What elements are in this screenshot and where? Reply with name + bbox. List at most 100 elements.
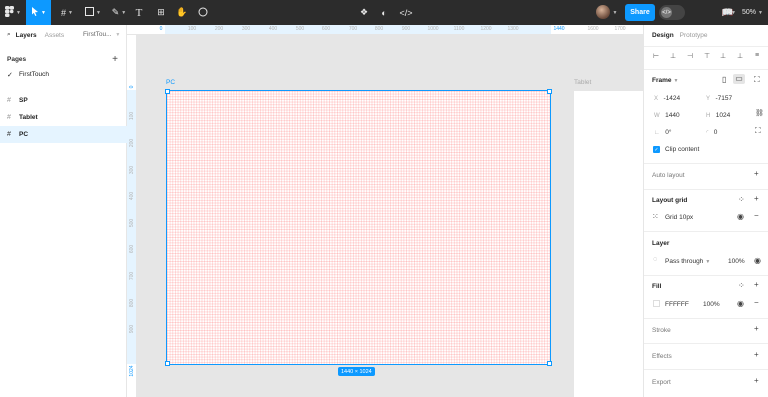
code-view-button[interactable]: </>	[398, 0, 414, 25]
fill-hex-field[interactable]: FFFFFF	[665, 301, 689, 308]
hand-icon: ✋	[176, 7, 188, 17]
design-canvas[interactable]: PC Tablet 1440 × 1024	[138, 36, 643, 397]
fill-opacity-field[interactable]: 100%	[703, 301, 720, 308]
ruler-tick: 1024	[129, 365, 135, 377]
tab-design[interactable]: Design	[652, 32, 674, 39]
stroke-title: Stroke	[652, 327, 671, 334]
align-center-vertical-icon[interactable]: ⊥	[720, 52, 728, 60]
dev-mode-toggle[interactable]: </>	[659, 5, 685, 20]
ruler-tick: 1200	[480, 26, 492, 32]
add-auto-layout-icon[interactable]: +	[754, 169, 759, 178]
distribute-icon[interactable]: ≡	[755, 52, 763, 60]
ruler-tick: 400	[268, 26, 278, 32]
page-item-firsttouch[interactable]: ✓ FirstTouch	[0, 66, 127, 83]
layers-search-icon[interactable]: ⌕	[7, 31, 11, 39]
tab-assets[interactable]: Assets	[45, 32, 65, 39]
ruler-tick: 600	[321, 26, 331, 32]
resize-handle-top-right[interactable]	[547, 89, 552, 94]
frame-tool-button[interactable]: # ▼	[56, 0, 78, 25]
height-field[interactable]: H 1024	[706, 112, 730, 119]
layer-item-label: PC	[19, 131, 29, 138]
tab-prototype[interactable]: Prototype	[680, 32, 708, 39]
add-grid-icon[interactable]: +	[754, 194, 759, 203]
landscape-icon[interactable]: ▭	[733, 74, 745, 84]
constrain-proportions-icon[interactable]: ⛓	[755, 109, 764, 117]
add-page-icon[interactable]: +	[112, 54, 118, 65]
add-stroke-icon[interactable]: +	[754, 324, 759, 333]
contrast-icon: ◐	[381, 7, 387, 18]
eye-icon[interactable]: ◉	[754, 256, 761, 265]
file-name-dropdown[interactable]: FirstTou... ▼	[83, 31, 120, 38]
grid-icon[interactable]: ⁙	[652, 212, 659, 221]
resize-handle-bottom-right[interactable]	[547, 361, 552, 366]
components-button[interactable]: ❖	[357, 0, 371, 25]
resize-handle-bottom-left[interactable]	[165, 361, 170, 366]
zoom-control[interactable]: 50% ▼	[742, 0, 763, 25]
frame-label-pc[interactable]: PC	[166, 79, 175, 86]
layer-item-pc[interactable]: # PC	[0, 126, 127, 143]
clip-content-checkbox[interactable]: ✓	[653, 146, 660, 153]
tab-layers[interactable]: Layers	[16, 32, 37, 39]
hand-tool-button[interactable]: ✋	[175, 0, 189, 25]
resources-button[interactable]: ⊞	[154, 0, 168, 25]
comment-tool-button[interactable]	[196, 0, 210, 25]
align-left-icon[interactable]: ⊢	[653, 52, 661, 60]
add-export-icon[interactable]: +	[754, 376, 759, 385]
remove-grid-icon[interactable]: −	[754, 211, 759, 220]
ruler-tick: 700	[129, 271, 135, 281]
main-menu-button[interactable]: ▼	[2, 0, 24, 25]
theme-toggle-button[interactable]: ◐	[377, 0, 391, 25]
align-right-icon[interactable]: ⊣	[687, 52, 695, 60]
ruler-tick: 300	[129, 165, 135, 175]
grid-styles-icon[interactable]: ⁘	[738, 195, 745, 204]
align-bottom-icon[interactable]: ⊥	[737, 52, 745, 60]
align-center-horizontal-icon[interactable]: ⊥	[670, 52, 678, 60]
add-fill-icon[interactable]: +	[754, 280, 759, 289]
chevron-down-icon: ▼	[673, 78, 679, 84]
layer-opacity-field[interactable]: 100%	[728, 258, 745, 265]
share-button[interactable]: Share	[625, 4, 655, 21]
fill-title: Fill	[652, 283, 662, 290]
blend-mode-dropdown[interactable]: Pass through ▼	[665, 258, 710, 265]
frame-pc[interactable]	[166, 90, 551, 365]
frame-section-title[interactable]: Frame ▼	[652, 77, 678, 84]
layer-item-label: Tablet	[19, 114, 38, 121]
layer-item-tablet[interactable]: # Tablet	[0, 109, 127, 126]
corner-radius-field[interactable]: ◜ 0	[706, 129, 717, 136]
x-field[interactable]: X -1424	[654, 95, 680, 102]
avatar-menu[interactable]: ▼	[610, 0, 618, 25]
frame-label-tablet[interactable]: Tablet	[574, 79, 591, 86]
resize-to-fit-icon[interactable]: ⛶	[754, 75, 760, 85]
align-top-icon[interactable]: ⊤	[704, 52, 712, 60]
ruler-tick: 1000	[427, 26, 439, 32]
blend-mode-value: Pass through	[665, 258, 704, 265]
shape-tool-button[interactable]: ▼	[82, 0, 104, 25]
frame-tablet[interactable]	[574, 91, 643, 397]
y-label: Y	[706, 96, 711, 102]
ruler-tick: 200	[214, 26, 224, 32]
avatar[interactable]	[596, 5, 610, 19]
code-icon: </>	[399, 7, 413, 18]
divider	[644, 343, 768, 344]
chevron-down-icon: ▼	[758, 9, 763, 16]
resize-handle-top-left[interactable]	[165, 89, 170, 94]
independent-corners-icon[interactable]: ⛶	[755, 126, 761, 136]
rotation-field[interactable]: ∟ 0°	[654, 129, 672, 136]
fill-styles-icon[interactable]: ⁘	[738, 281, 745, 290]
fill-color-swatch[interactable]	[653, 300, 660, 307]
eye-icon[interactable]: ◉	[737, 212, 744, 221]
eye-icon[interactable]: ◉	[737, 299, 744, 308]
grid-name[interactable]: Grid 10px	[665, 214, 693, 221]
clip-content-label: Clip content	[665, 146, 700, 153]
remove-fill-icon[interactable]: −	[754, 298, 759, 307]
width-field[interactable]: W 1440	[654, 112, 680, 119]
move-tool-button[interactable]: ▼	[26, 0, 51, 25]
code-icon: </>	[661, 7, 672, 18]
present-button[interactable]: ▷ ▼	[718, 0, 740, 25]
y-field[interactable]: Y -7157	[706, 95, 732, 102]
text-tool-button[interactable]: T	[132, 0, 146, 25]
pen-tool-button[interactable]: ✎ ▼	[108, 0, 130, 25]
layer-item-sp[interactable]: # SP	[0, 92, 127, 109]
portrait-icon[interactable]: ▯	[722, 75, 726, 84]
add-effect-icon[interactable]: +	[754, 350, 759, 359]
